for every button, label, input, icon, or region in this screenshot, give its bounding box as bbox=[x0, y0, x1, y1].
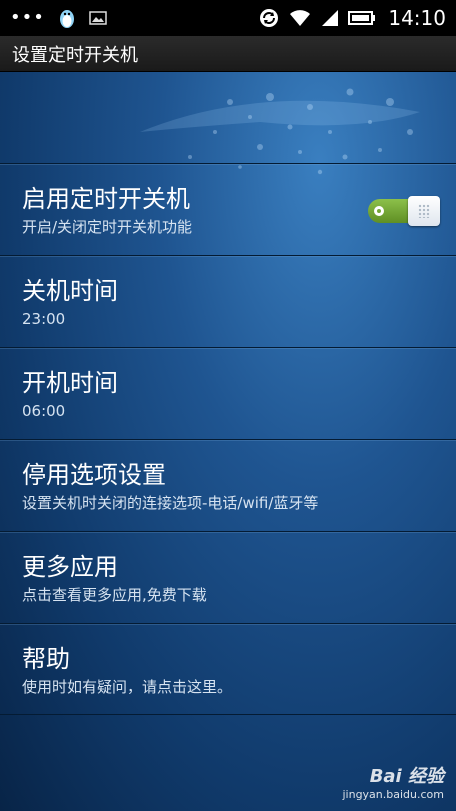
setting-more-apps[interactable]: 更多应用 点击查看更多应用,免费下载 bbox=[0, 531, 456, 623]
baidu-jingyan-watermark: Bai 经验 jingyan.baidu.com bbox=[342, 762, 444, 801]
setting-subtitle: 06:00 bbox=[22, 402, 66, 420]
status-bar-left: ••• bbox=[10, 7, 107, 29]
setting-title: 帮助 bbox=[22, 645, 70, 673]
setting-title: 更多应用 bbox=[22, 553, 118, 581]
setting-subtitle: 使用时如有疑问，请点击这里。 bbox=[22, 678, 233, 696]
signal-icon bbox=[320, 9, 340, 27]
status-bar: ••• 14:10 bbox=[0, 0, 456, 36]
setting-title: 关机时间 bbox=[22, 277, 118, 305]
battery-icon bbox=[348, 10, 376, 26]
image-icon bbox=[89, 10, 107, 26]
setting-shutdown-time[interactable]: 关机时间 23:00 bbox=[0, 255, 456, 347]
setting-enable-timer[interactable]: 启用定时开关机 开启/关闭定时开关机功能 bbox=[0, 163, 456, 255]
status-time: 14:10 bbox=[388, 6, 446, 30]
qq-penguin-icon bbox=[57, 7, 77, 29]
toggle-on-indicator-icon bbox=[374, 206, 384, 216]
setting-title: 开机时间 bbox=[22, 369, 118, 397]
sync-icon bbox=[258, 7, 280, 29]
enable-timer-toggle[interactable] bbox=[368, 196, 440, 226]
watermark-logo: Bai 经验 bbox=[369, 766, 444, 787]
setting-boot-time[interactable]: 开机时间 06:00 bbox=[0, 347, 456, 439]
watermark-url: jingyan.baidu.com bbox=[342, 788, 444, 801]
setting-subtitle: 点击查看更多应用,免费下载 bbox=[22, 586, 207, 604]
setting-subtitle: 设置关机时关闭的连接选项-电话/wifi/蓝牙等 bbox=[22, 494, 319, 512]
setting-help[interactable]: 帮助 使用时如有疑问，请点击这里。 bbox=[0, 623, 456, 715]
page-title: 设置定时开关机 bbox=[12, 44, 138, 66]
more-dots-icon: ••• bbox=[10, 7, 45, 28]
setting-subtitle: 23:00 bbox=[22, 310, 66, 328]
settings-list: 启用定时开关机 开启/关闭定时开关机功能 关机时间 23:00 开机时间 06:… bbox=[0, 163, 456, 715]
setting-title: 停用选项设置 bbox=[22, 461, 166, 489]
setting-disable-options[interactable]: 停用选项设置 设置关机时关闭的连接选项-电话/wifi/蓝牙等 bbox=[0, 439, 456, 531]
wifi-icon bbox=[288, 8, 312, 28]
grip-icon bbox=[418, 204, 430, 218]
status-bar-right: 14:10 bbox=[258, 6, 446, 30]
screen: ••• 14:10 设置定时开关机 启用定时开关机 开启/关闭定时开关机功能 关… bbox=[0, 0, 456, 811]
title-bar: 设置定时开关机 bbox=[0, 36, 456, 72]
toggle-knob[interactable] bbox=[408, 196, 440, 226]
